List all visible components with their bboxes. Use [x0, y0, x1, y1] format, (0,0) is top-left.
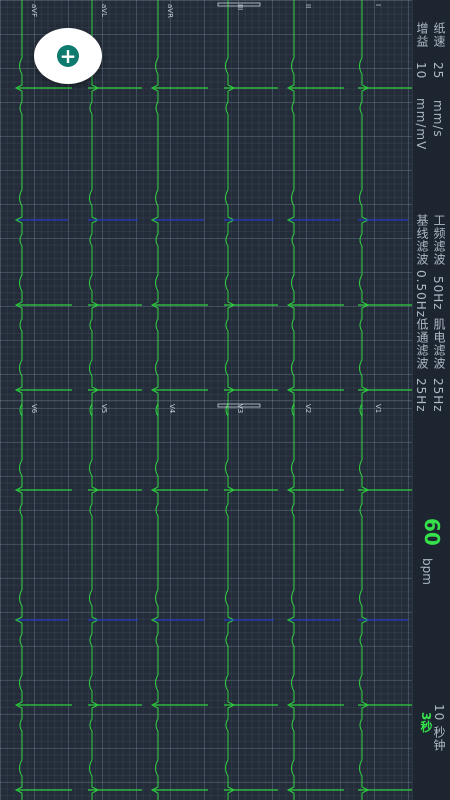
heart-rate-unit: bpm [420, 558, 434, 585]
elapsed-timer: 3秒 [419, 712, 433, 733]
power-filter-value: 50Hz [431, 276, 445, 311]
ecg-trace [225, 0, 236, 418]
lead-label-iii: III [236, 4, 244, 11]
paper-speed-value: 25 [431, 62, 445, 80]
paper-speed-label: 纸速 [432, 22, 446, 48]
ecg-trace [286, 0, 295, 418]
ecg-trace [150, 0, 159, 418]
lead-label-v3: V3 [236, 404, 244, 414]
ecg-trace [14, 0, 23, 418]
ecg-trace [14, 401, 23, 800]
paper-speed-unit: mm/s [431, 100, 445, 138]
ecg-trace [359, 401, 370, 800]
ecg-trace [359, 0, 370, 418]
ecg-trace [286, 401, 295, 800]
add-button[interactable]: + [34, 28, 102, 84]
lead-label-v4: V4 [168, 404, 176, 414]
lead-label-v6: V6 [30, 404, 38, 414]
lead-label-v2: V2 [304, 404, 312, 414]
lead-label-i: I [374, 4, 382, 7]
ecg-trace [150, 401, 159, 800]
power-filter-label: 工频滤波 [432, 214, 446, 266]
baseline-filter-label: 基线滤波 [415, 214, 429, 266]
ecg-screen: aVF aVL aVR III II I V6 V5 V4 V3 V2 V1 纸… [0, 0, 450, 800]
lead-label-avl: aVL [100, 4, 108, 17]
lead-label-v1: V1 [374, 404, 382, 414]
lowpass-filter-value: 25Hz [414, 378, 428, 413]
gain-label: 增益 [415, 22, 429, 48]
heart-rate-value: 60 [420, 518, 444, 546]
lead-label-v5: V5 [100, 404, 108, 414]
baseline-filter-value: 0.50Hz [414, 270, 428, 319]
muscle-filter-value: 25Hz [431, 378, 445, 413]
lead-label-avr: aVR [166, 4, 174, 18]
lowpass-filter-label: 低通滤波 [415, 318, 429, 370]
ecg-trace [225, 401, 236, 800]
plus-icon: + [57, 45, 79, 67]
ecg-trace [89, 401, 100, 800]
gain-value: 10 [414, 62, 428, 80]
lead-label-ii: II [304, 4, 312, 9]
lead-label-avf: aVF [30, 4, 38, 18]
muscle-filter-label: 肌电滤波 [432, 318, 446, 370]
panel-divider [0, 400, 412, 401]
gain-unit: mm/mV [414, 98, 428, 151]
